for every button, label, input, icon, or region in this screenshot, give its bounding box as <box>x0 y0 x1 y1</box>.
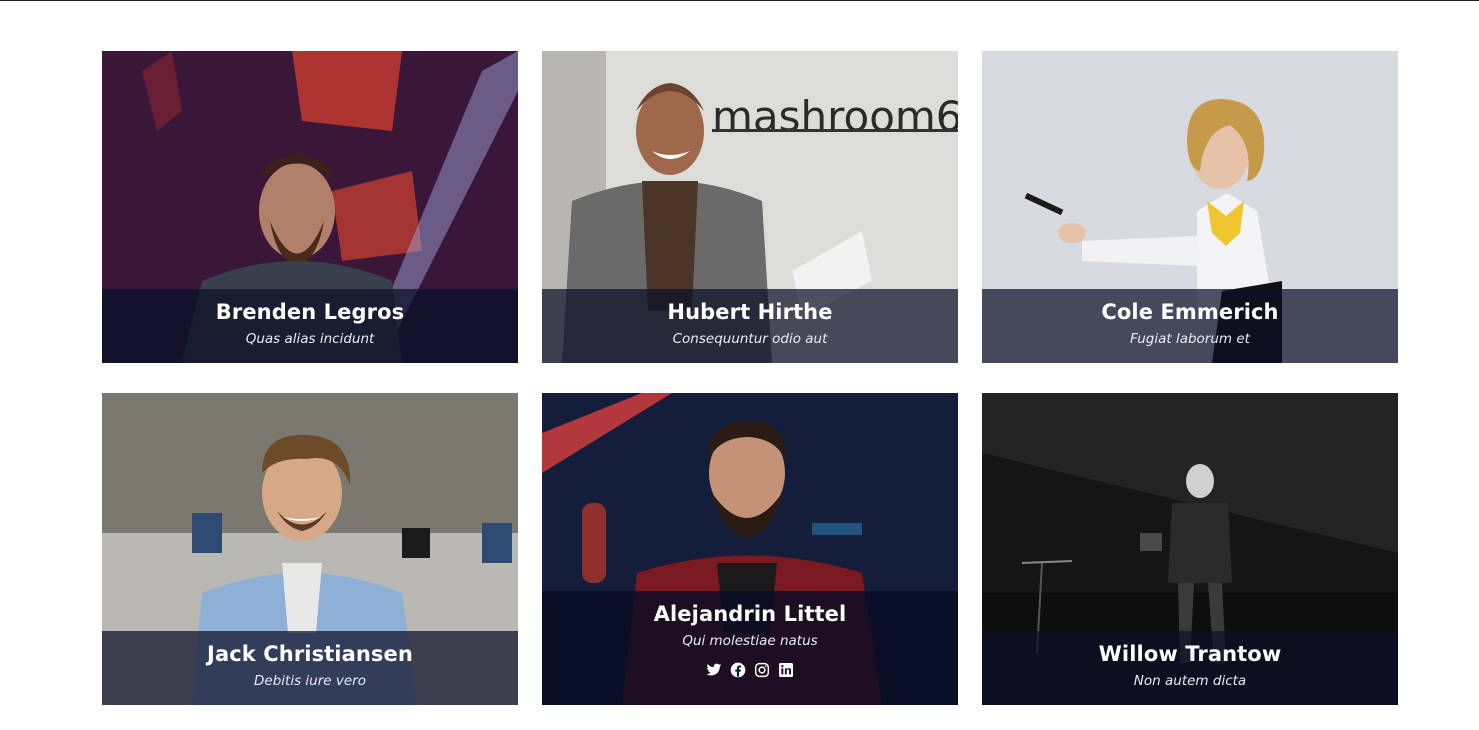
team-member-card[interactable]: Brenden Legros Quas alias incidunt <box>102 51 518 363</box>
member-caption: Jack Christiansen Debitis iure vero <box>102 631 518 705</box>
team-member-card[interactable]: Willow Trantow Non autem dicta <box>982 393 1398 705</box>
member-name: Jack Christiansen <box>207 642 413 666</box>
member-role: Qui molestiae natus <box>682 633 818 649</box>
member-caption: Brenden Legros Quas alias incidunt <box>102 289 518 363</box>
member-caption: Willow Trantow Non autem dicta <box>982 631 1398 705</box>
twitter-icon[interactable] <box>706 662 722 678</box>
team-grid: Brenden Legros Quas alias incidunt mashr… <box>102 51 1398 705</box>
member-name: Alejandrin Littel <box>653 602 847 626</box>
member-caption: Alejandrin Littel Qui molestiae natus <box>542 591 958 705</box>
team-member-card[interactable]: Cole Emmerich Fugiat laborum et <box>982 51 1398 363</box>
member-role: Quas alias incidunt <box>245 331 375 347</box>
member-caption: Cole Emmerich Fugiat laborum et <box>982 289 1398 363</box>
member-name: Cole Emmerich <box>1101 300 1279 324</box>
member-name: Brenden Legros <box>215 300 405 324</box>
member-role: Non autem dicta <box>1133 673 1247 689</box>
team-member-card[interactable]: mashroom6 Hubert Hirthe Consequuntur odi… <box>542 51 958 363</box>
member-name: Willow Trantow <box>1098 642 1282 666</box>
linkedin-icon[interactable] <box>778 662 794 678</box>
team-member-card[interactable]: Jack Christiansen Debitis iure vero <box>102 393 518 705</box>
instagram-icon[interactable] <box>754 662 770 678</box>
team-member-card[interactable]: Alejandrin Littel Qui molestiae natus <box>542 393 958 705</box>
member-name: Hubert Hirthe <box>667 300 833 324</box>
wall-sign-text: mashroom6 <box>712 92 958 141</box>
facebook-icon[interactable] <box>730 662 746 678</box>
member-caption: Hubert Hirthe Consequuntur odio aut <box>542 289 958 363</box>
top-divider <box>0 0 1479 1</box>
social-links <box>542 662 958 678</box>
member-role: Fugiat laborum et <box>1130 331 1250 347</box>
member-role: Consequuntur odio aut <box>672 331 828 347</box>
member-role: Debitis iure vero <box>254 673 366 689</box>
